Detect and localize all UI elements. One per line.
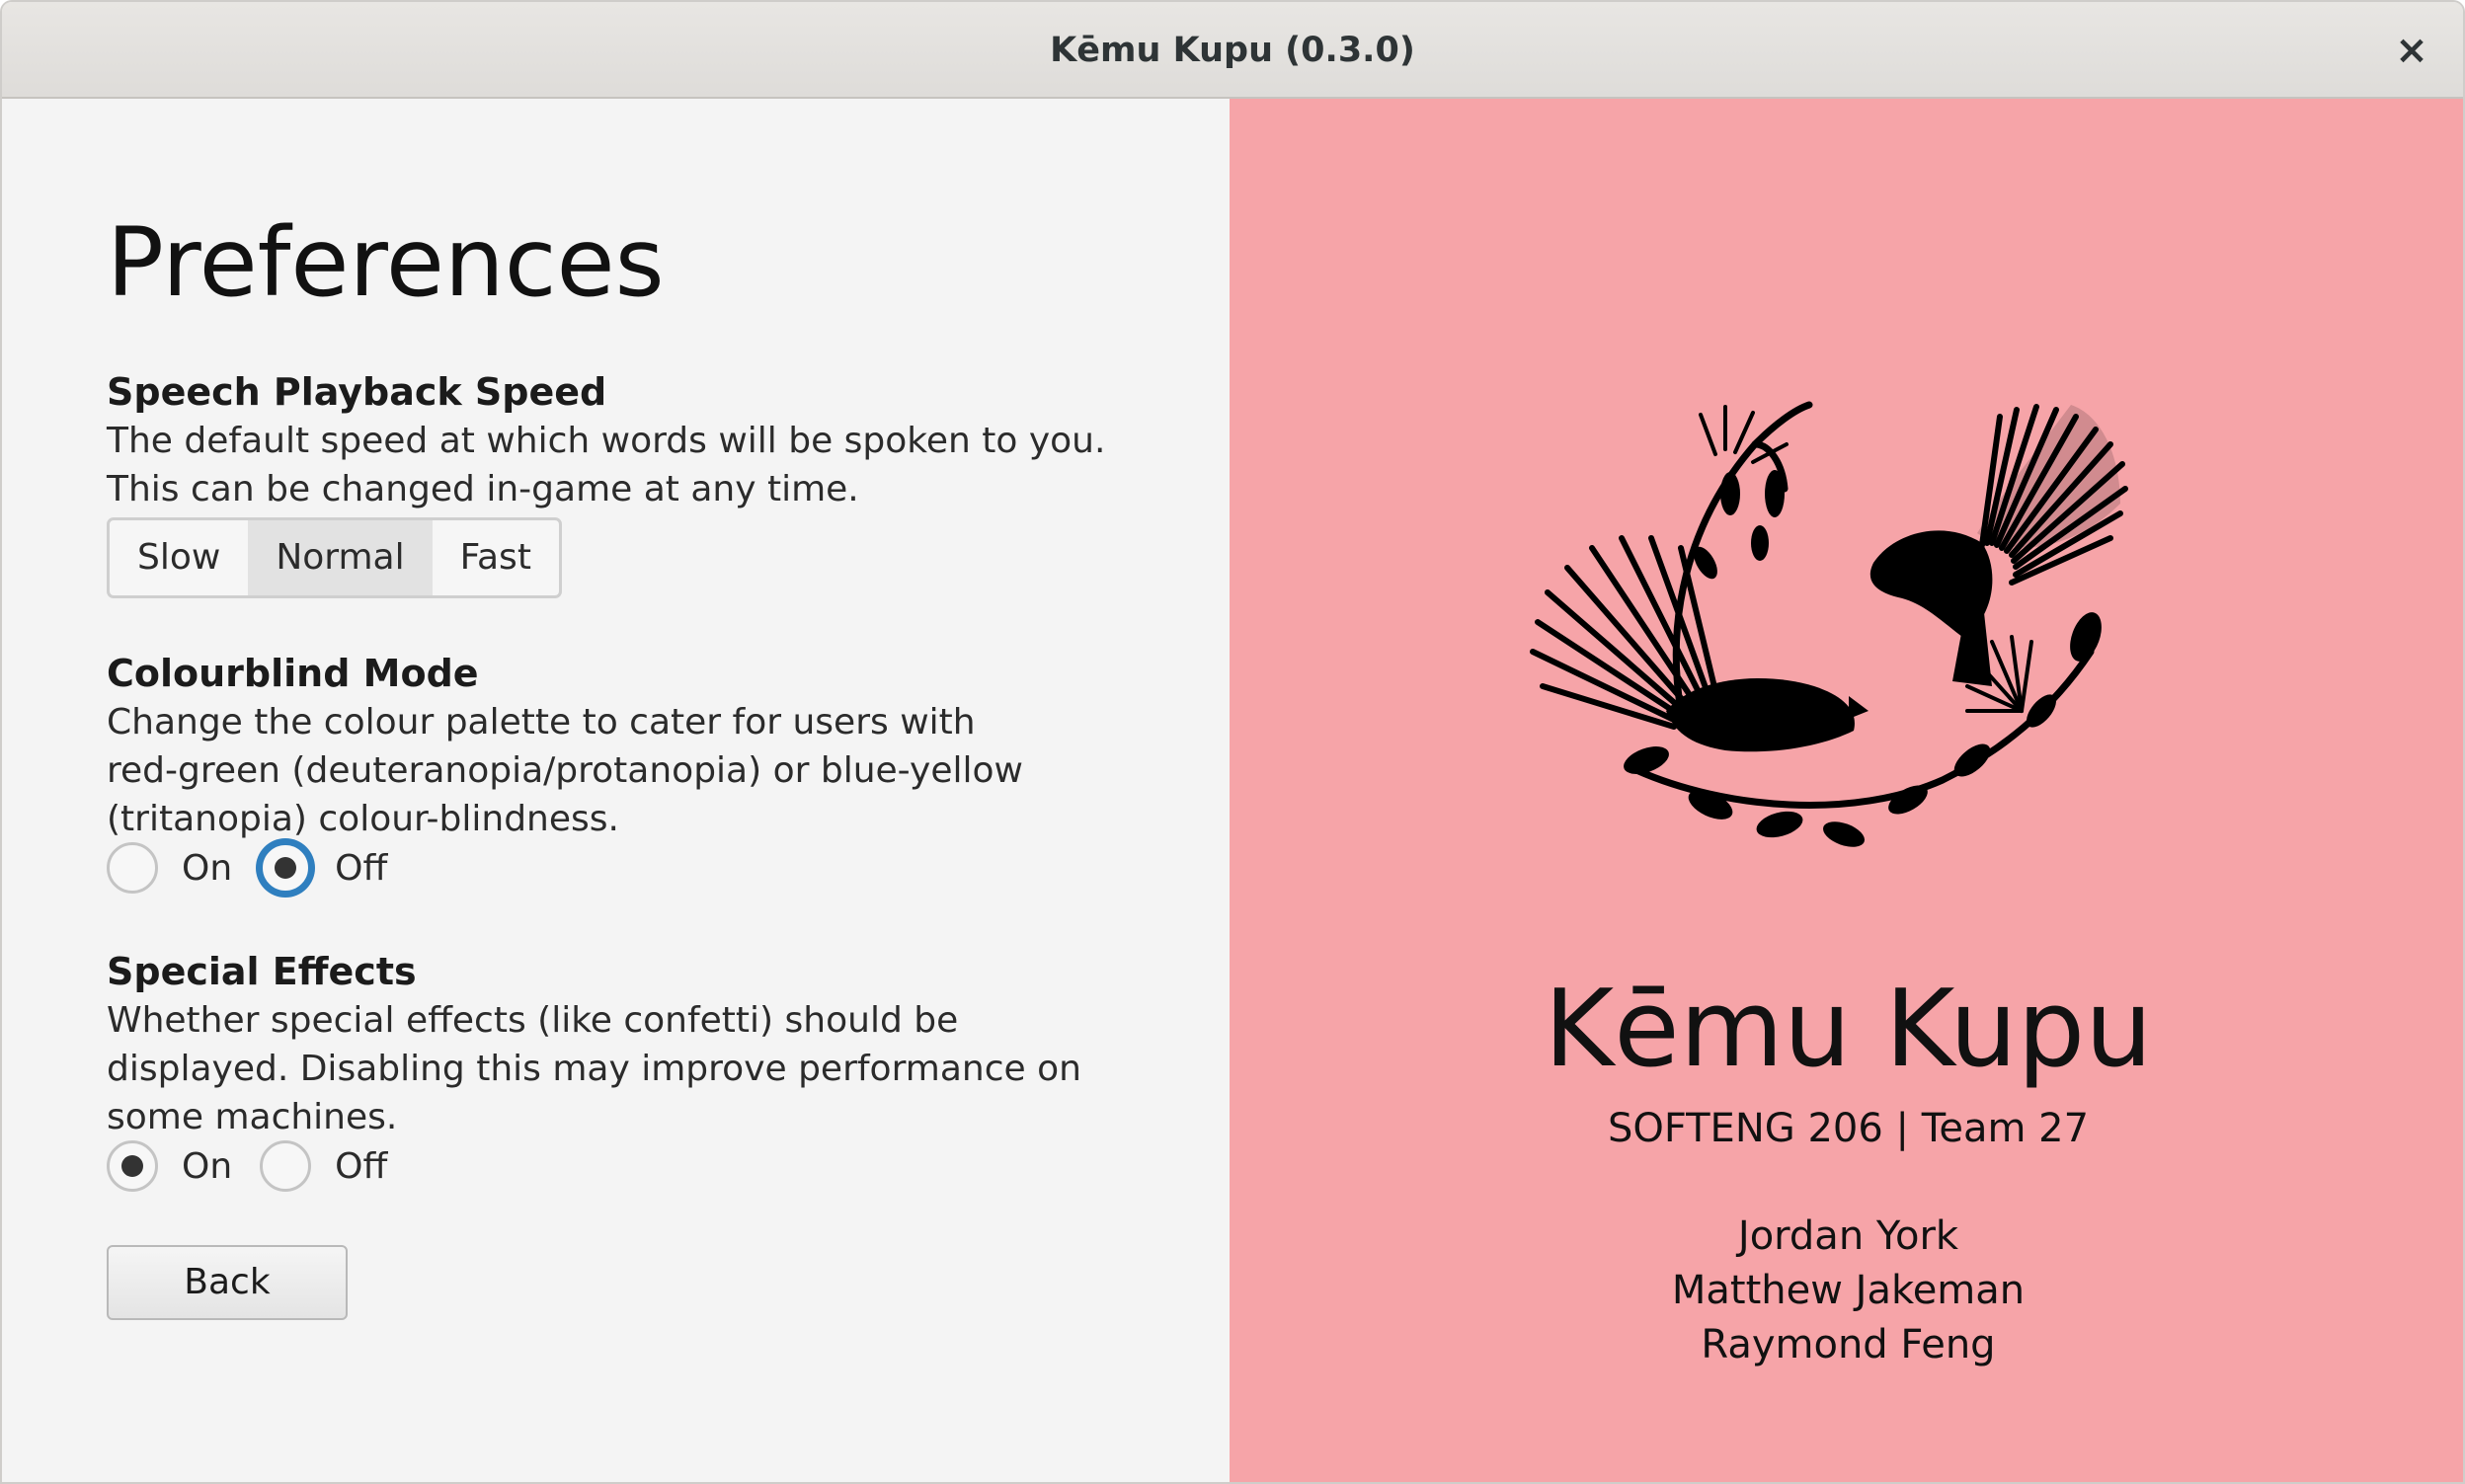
special-effects-heading: Special Effects bbox=[107, 950, 417, 993]
speech-speed-selector: Slow Normal Fast bbox=[107, 517, 562, 598]
effects-off-radio[interactable] bbox=[260, 1140, 312, 1192]
window-title: Kēmu Kupu (0.3.0) bbox=[1050, 31, 1415, 70]
author-name: Matthew Jakeman bbox=[1671, 1268, 2026, 1313]
about-panel: Kēmu Kupu SOFTENG 206 | Team 27 Jordan Y… bbox=[1230, 99, 2463, 1482]
preferences-panel: Preferences Speech Playback Speed The de… bbox=[2, 99, 1230, 1482]
colourblind-options: On Off bbox=[107, 842, 415, 894]
colourblind-heading: Colourblind Mode bbox=[107, 652, 479, 695]
colourblind-description: Change the colour palette to cater for u… bbox=[107, 702, 1023, 839]
authors-list: Jordan York Matthew Jakeman Raymond Feng bbox=[1230, 1210, 2463, 1372]
author-name: Raymond Feng bbox=[1701, 1322, 1996, 1367]
speed-normal-button[interactable]: Normal bbox=[248, 520, 433, 595]
speed-slow-button[interactable]: Slow bbox=[110, 520, 248, 595]
course-team-subtitle: SOFTENG 206 | Team 27 bbox=[1607, 1106, 2090, 1151]
page-title: Preferences bbox=[107, 207, 665, 318]
special-effects-options: On Off bbox=[107, 1140, 415, 1192]
colourblind-off-radio[interactable] bbox=[260, 842, 312, 894]
effects-on-label: On bbox=[182, 1145, 233, 1187]
colourblind-on-radio[interactable] bbox=[107, 842, 158, 894]
app-window: Kēmu Kupu (0.3.0) × Preferences Speech P… bbox=[0, 0, 2465, 1484]
speech-speed-heading: Speech Playback Speed bbox=[107, 370, 607, 414]
fantail-birds-logo-icon bbox=[1530, 401, 2128, 847]
author-name: Jordan York bbox=[1737, 1213, 1959, 1259]
speech-speed-description: The default speed at which words will be… bbox=[107, 421, 1106, 509]
speed-fast-button[interactable]: Fast bbox=[433, 520, 559, 595]
app-name: Kēmu Kupu bbox=[1544, 968, 2153, 1091]
special-effects-description: Whether special effects (like confetti) … bbox=[107, 1000, 1081, 1137]
effects-on-radio[interactable] bbox=[107, 1140, 158, 1192]
title-bar[interactable]: Kēmu Kupu (0.3.0) × bbox=[2, 2, 2463, 99]
effects-off-label: Off bbox=[335, 1145, 388, 1187]
close-button[interactable]: × bbox=[2384, 23, 2439, 78]
colourblind-off-label: Off bbox=[335, 847, 388, 889]
colourblind-on-label: On bbox=[182, 847, 233, 889]
back-button[interactable]: Back bbox=[107, 1245, 348, 1320]
